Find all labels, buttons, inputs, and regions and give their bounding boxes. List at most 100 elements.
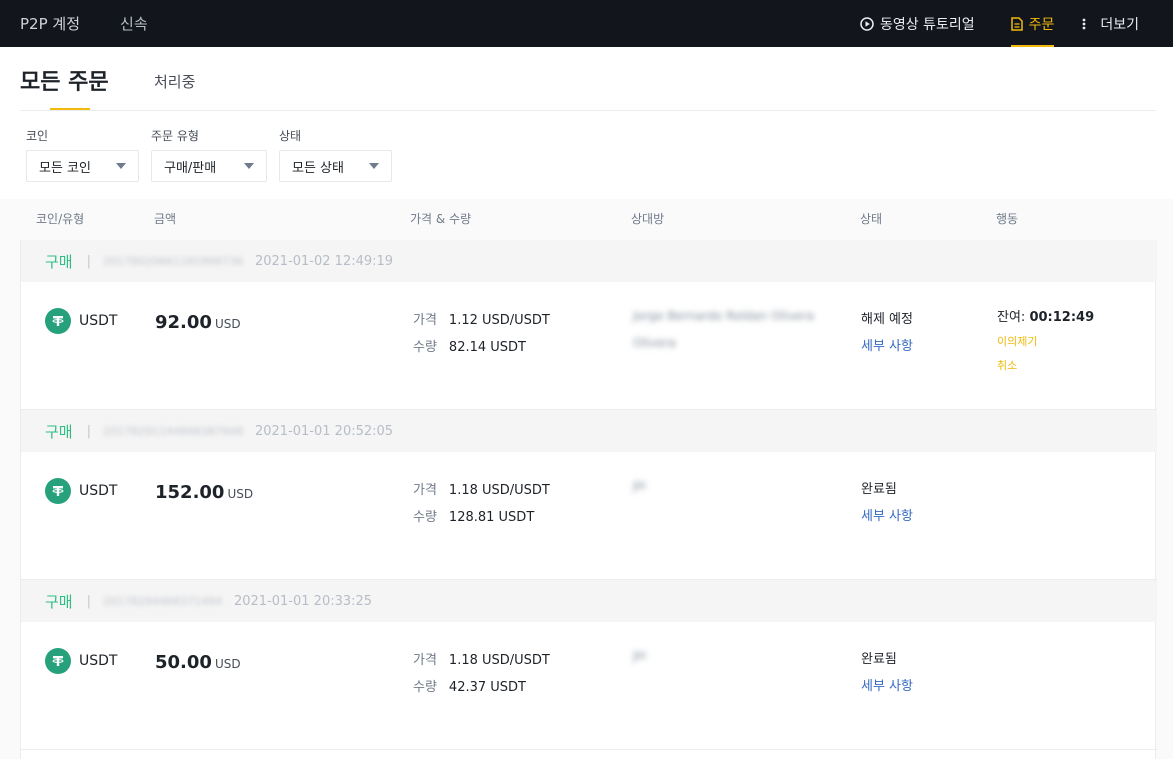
amount-unit: USD (214, 657, 241, 671)
coin-cell: USDT (45, 478, 117, 504)
counterparty-name[interactable]: JH (633, 643, 646, 670)
cancel-link[interactable]: 취소 (997, 357, 1094, 373)
separator: | (86, 593, 91, 609)
quantity-label: 수량 (413, 510, 437, 525)
coin-filter-label: 코인 (26, 129, 49, 143)
price-line: 가격 1.18 USD/USDT (413, 649, 550, 668)
order-status: 해제 예정 (861, 312, 913, 327)
amount-unit: USD (227, 487, 254, 501)
column-header-action: 행동 (996, 212, 1019, 226)
counterparty-name[interactable]: Jorge Bernardo Roldan Olivera Olivera (633, 303, 814, 357)
price-value: 1.12 USD/USDT (448, 313, 550, 328)
order-row-header: 구매 | 20178284468371494 2021-01-01 20:33:… (21, 580, 1157, 622)
amount-unit: USD (214, 317, 241, 331)
counterparty-line: JH (633, 649, 646, 663)
price-value: 1.18 USD/USDT (448, 653, 550, 668)
order-row: 구매 | 20178291144898387948 2021-01-01 20:… (21, 410, 1157, 580)
row-divider (21, 749, 1157, 750)
order-side: 구매 (45, 592, 73, 611)
coin-name: USDT (79, 313, 118, 329)
order-number[interactable]: 20178020661181999736 (103, 255, 243, 268)
order-row: 구매 | 20178020661181999736 2021-01-02 12:… (21, 240, 1157, 410)
quantity-line: 수량 128.81 USDT (413, 506, 534, 525)
document-icon (1010, 16, 1023, 31)
orders-header: 모든 주문 처리중 코인 모든 코인 주문 유형 구매/판매 상태 모든 상태 (0, 47, 1173, 199)
order-type-select-value: 구매/판매 (164, 160, 217, 176)
column-header-amount: 금액 (154, 212, 177, 226)
order-amount: 152.00 USD (155, 482, 253, 503)
order-time: 2021-01-02 12:49:19 (254, 253, 394, 269)
coin-cell: USDT (45, 648, 117, 674)
top-nav: P2P 계정 신속 동영상 튜토리얼 주문 더보기 (0, 0, 1173, 47)
order-status: 완료됨 (861, 652, 897, 667)
nav-more[interactable]: 더보기 (1082, 0, 1139, 47)
tab-processing[interactable]: 처리중 (154, 71, 195, 92)
status-select[interactable]: 모든 상태 (279, 150, 392, 182)
caret-down-icon (369, 163, 379, 169)
price-line: 가격 1.18 USD/USDT (413, 479, 550, 498)
play-circle-icon (860, 16, 874, 31)
more-vertical-icon (1082, 18, 1086, 30)
order-amount: 92.00 USD (155, 312, 241, 333)
amount-value: 92.00 (155, 312, 212, 333)
order-row-header: 구매 | 20178020661181999736 2021-01-02 12:… (21, 240, 1157, 282)
status-select-value: 모든 상태 (292, 160, 344, 176)
status-filter: 상태 모든 상태 (279, 127, 392, 182)
coin-name: USDT (79, 653, 118, 669)
orders-table: 구매 | 20178020661181999736 2021-01-02 12:… (20, 240, 1157, 759)
counterparty-line: JH (633, 479, 646, 493)
column-header-counterparty: 상대방 (631, 212, 665, 226)
details-link[interactable]: 세부 사항 (861, 675, 913, 694)
details-link[interactable]: 세부 사항 (861, 335, 913, 354)
caret-down-icon (116, 163, 126, 169)
quantity-value: 42.37 USDT (448, 680, 526, 695)
coin-cell: USDT (45, 308, 117, 334)
coin-select[interactable]: 모든 코인 (26, 150, 139, 182)
counterparty-line: Olivera (633, 336, 676, 350)
column-header-coin-type: 코인/유형 (36, 212, 85, 226)
order-actions: 잔여: 00:12:49 이의제기 취소 (997, 306, 1094, 373)
details-link[interactable]: 세부 사항 (861, 505, 913, 524)
order-row-header: 구매 | 20178291144898387948 2021-01-01 20:… (21, 410, 1157, 452)
nav-video-tutorial[interactable]: 동영상 튜토리얼 (860, 0, 975, 47)
order-side: 구매 (45, 252, 73, 271)
nav-p2p-account[interactable]: P2P 계정 (20, 13, 80, 34)
price-label: 가격 (413, 313, 437, 328)
coin-select-value: 모든 코인 (39, 160, 91, 176)
column-header-price-quantity: 가격 & 수량 (410, 212, 472, 226)
order-time: 2021-01-01 20:52:05 (254, 423, 394, 439)
status-filter-label: 상태 (279, 129, 302, 143)
nav-video-tutorial-label: 동영상 튜토리얼 (879, 16, 975, 33)
order-number[interactable]: 20178284468371494 (103, 595, 222, 608)
price-label: 가격 (413, 653, 437, 668)
nav-express[interactable]: 신속 (120, 13, 148, 34)
quantity-value: 82.14 USDT (448, 340, 526, 355)
counterparty-name[interactable]: JH (633, 473, 646, 500)
order-type-filter-label: 주문 유형 (151, 129, 199, 143)
nav-orders[interactable]: 주문 (1010, 0, 1055, 47)
amount-value: 152.00 (155, 482, 225, 503)
order-number[interactable]: 20178291144898387948 (103, 425, 243, 438)
tether-icon (45, 478, 71, 504)
remaining-value: 00:12:49 (1029, 310, 1095, 325)
order-row: 구매 | 20178284468371494 2021-01-01 20:33:… (21, 580, 1157, 750)
appeal-link[interactable]: 이의제기 (997, 333, 1094, 349)
header-divider (20, 110, 1156, 111)
quantity-label: 수량 (413, 680, 437, 695)
nav-orders-label: 주문 (1028, 16, 1055, 33)
quantity-label: 수량 (413, 340, 437, 355)
nav-more-label: 더보기 (1100, 16, 1139, 33)
separator: | (86, 423, 91, 439)
column-header-status: 상태 (860, 212, 883, 226)
order-time: 2021-01-01 20:33:25 (233, 593, 373, 609)
order-status: 완료됨 (861, 482, 897, 497)
quantity-line: 수량 82.14 USDT (413, 336, 526, 355)
order-type-select[interactable]: 구매/판매 (151, 150, 267, 182)
tether-icon (45, 308, 71, 334)
caret-down-icon (244, 163, 254, 169)
separator: | (86, 253, 91, 269)
amount-value: 50.00 (155, 652, 212, 673)
price-value: 1.18 USD/USDT (448, 483, 550, 498)
tab-all-orders[interactable]: 모든 주문 (20, 64, 109, 96)
coin-filter: 코인 모든 코인 (26, 127, 139, 182)
